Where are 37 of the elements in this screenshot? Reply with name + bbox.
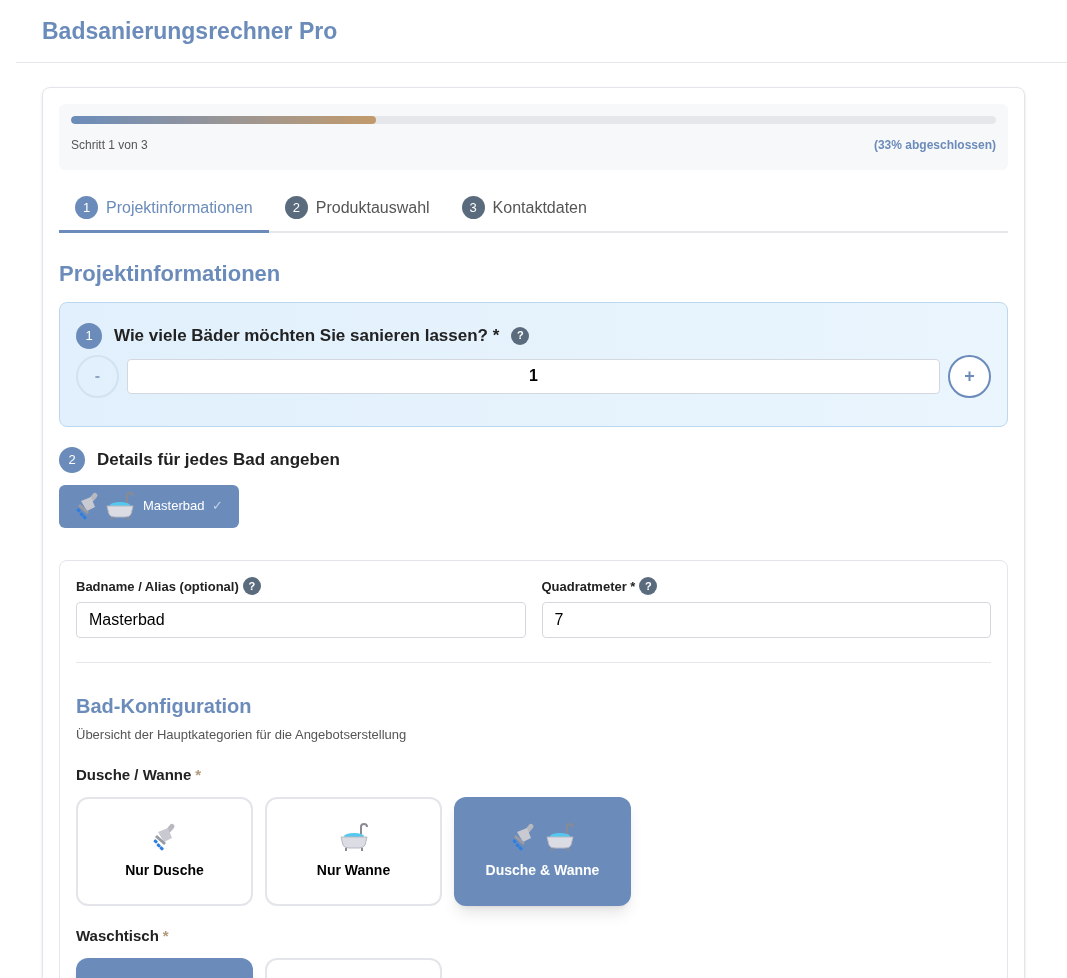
help-icon[interactable]: ? <box>242 577 261 596</box>
step-tab[interactable]: 2 Produktauswahl <box>268 185 446 233</box>
config-subtitle: Übersicht der Hauptkategorien für die Angebotserstellung <box>76 726 408 744</box>
bathtub-icon <box>105 491 135 521</box>
step-label: Schritt 1 von 3 <box>71 136 148 154</box>
question-number: 2 <box>59 446 85 473</box>
help-icon[interactable]: ? <box>639 577 658 596</box>
field-label: Quadratmeter * <box>541 577 636 596</box>
section-title: Projektinformationen <box>59 259 282 288</box>
required-mark: * <box>162 925 169 946</box>
config-title: Bad-Konfiguration <box>76 694 253 719</box>
option-card[interactable]: Nur Wanne <box>265 796 442 906</box>
required-mark: * <box>195 764 202 785</box>
increment-button[interactable]: + <box>948 354 991 398</box>
step-number: 1 <box>75 196 98 219</box>
question-label: Details für jedes Bad angeben <box>97 448 340 471</box>
input-field[interactable]: Masterbad <box>76 602 526 638</box>
question-label: Wie viele Bäder möchten Sie sanieren lassen? * <box>114 324 500 347</box>
app-title: Badsanierungsrechner Pro <box>42 17 339 46</box>
question-number: 1 <box>76 322 102 349</box>
step-tab[interactable]: 1 Projektinformationen <box>59 185 269 233</box>
bathtub-icon <box>338 821 369 852</box>
check-mark: ✓ <box>212 497 224 516</box>
option-card[interactable]: Nur Dusche <box>76 796 253 906</box>
bath-tab[interactable]: Masterbad ✓ <box>59 484 240 528</box>
step-number: 2 <box>284 196 308 219</box>
help-icon[interactable]: ? <box>511 326 530 345</box>
group-label: Dusche / Wanne <box>76 764 192 785</box>
bath-count-field[interactable]: 1 <box>127 358 940 394</box>
group-label: Waschtisch <box>76 925 159 946</box>
step-number: 3 <box>461 196 485 219</box>
bathtub-icon <box>544 821 575 852</box>
percent-label: (33% abgeschlossen) <box>873 136 996 154</box>
option-card[interactable]: Dusche & Wanne <box>454 796 631 906</box>
step-tab[interactable]: 3 Kontaktdaten <box>445 185 603 233</box>
field-label: Badname / Alias (optional) <box>76 577 239 596</box>
input-field[interactable]: 7 <box>541 602 991 638</box>
